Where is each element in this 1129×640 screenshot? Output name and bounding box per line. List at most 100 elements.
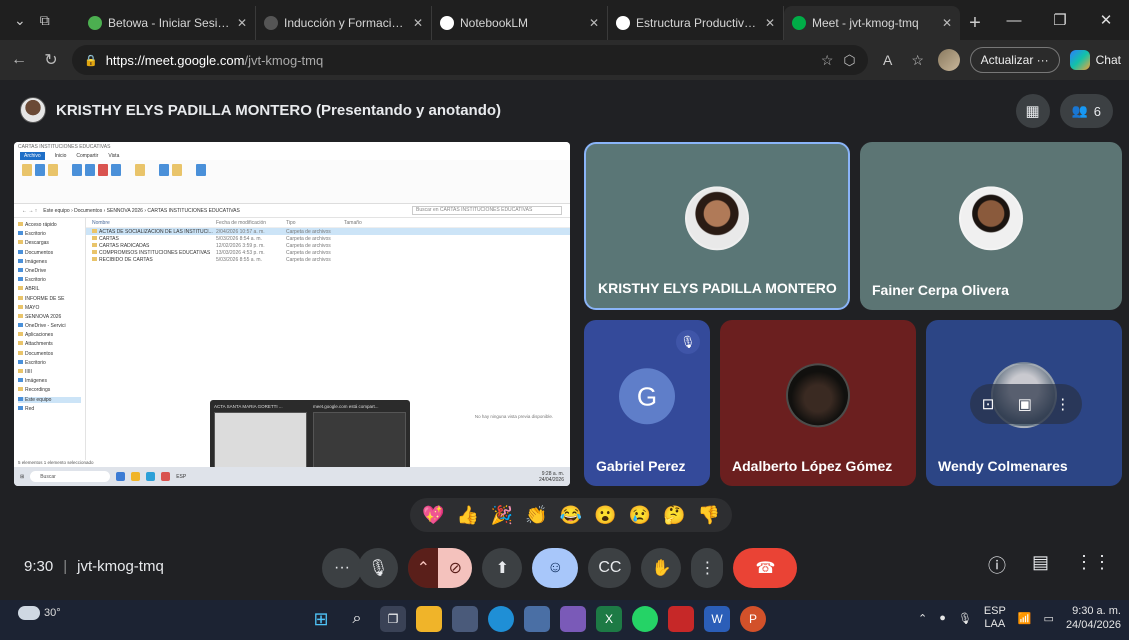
participant-tile-kristhy[interactable]: KRISTHY ELYS PADILLA MONTERO xyxy=(584,142,850,310)
nav-pane-item: OneDrive xyxy=(18,268,81,274)
chat-icon[interactable]: ▤ xyxy=(1032,552,1049,578)
leave-call-button[interactable]: ☎ xyxy=(733,548,798,588)
tab-favicon-icon xyxy=(792,16,806,30)
reaction-emoji[interactable]: 👏 xyxy=(525,505,547,526)
wifi-icon[interactable]: 📶 xyxy=(1018,612,1032,625)
tray-mic-icon[interactable]: 🎙 xyxy=(958,612,972,625)
profile-avatar[interactable] xyxy=(937,49,960,71)
shared-taskbar-lang: ESP xyxy=(176,473,187,480)
browser-tab[interactable]: Inducción y Formación Bio ✕ xyxy=(256,6,432,40)
more-options-button[interactable]: ⋮ xyxy=(691,548,724,588)
participant-tile-adalberto[interactable]: Adalberto López Gómez xyxy=(720,320,916,486)
audio-options-button[interactable]: ··· xyxy=(322,548,362,588)
captions-button[interactable]: CC xyxy=(588,548,632,588)
file-date: 5/03/2026 8:55 a. m. xyxy=(216,256,262,263)
ribbon-tab: Vista xyxy=(108,152,120,159)
reaction-emoji[interactable]: 🎉 xyxy=(491,505,513,526)
pin-participant-icon[interactable]: ⊡ xyxy=(982,395,995,413)
file-explorer-icon[interactable] xyxy=(416,606,442,632)
nav-pane-item: Documentos xyxy=(18,250,81,256)
tray-chevron-icon[interactable]: ⌃ xyxy=(918,612,927,625)
whatsapp-icon[interactable] xyxy=(632,606,658,632)
tab-title: Meet - jvt-kmog-tmq xyxy=(812,16,919,30)
file-type: Carpeta de archivos xyxy=(286,249,331,256)
tab-favicon-icon xyxy=(264,16,278,30)
nav-pane-item: Descargas xyxy=(18,240,81,246)
browser-tab[interactable]: Meet - jvt-kmog-tmq ✕ xyxy=(784,6,960,40)
excel-icon[interactable]: X xyxy=(596,606,622,632)
powerpoint-icon[interactable]: P xyxy=(740,606,766,632)
read-aloud-icon[interactable]: A xyxy=(878,52,898,68)
tab-close-icon[interactable]: ✕ xyxy=(765,16,775,30)
delete-icon xyxy=(98,164,108,176)
reaction-emoji[interactable]: 🤔 xyxy=(663,505,685,526)
url-field[interactable]: 🔒 https://meet.google.com/jvt-kmog-tmq ☆… xyxy=(72,45,868,75)
battery-icon[interactable]: ▭ xyxy=(1044,612,1054,625)
restore-icon[interactable]: ❐ xyxy=(1037,11,1083,29)
nav-pane-item: Escritorio xyxy=(18,231,81,237)
file-row: COMPROMISOS INSTITUCIONES EDUCATIVAS 13/0… xyxy=(86,249,570,256)
app-icon[interactable] xyxy=(524,606,550,632)
pin-icon xyxy=(22,164,32,176)
tab-close-icon[interactable]: ✕ xyxy=(413,16,423,30)
copilot-chat-button[interactable]: Chat xyxy=(1069,50,1121,70)
more-options-icon[interactable]: ⋮ xyxy=(1055,395,1070,413)
close-window-icon[interactable]: ✕ xyxy=(1083,11,1129,29)
frame-icon[interactable]: ▣ xyxy=(1018,395,1032,413)
people-button[interactable]: 👥 6 xyxy=(1059,94,1113,128)
tab-list-icon[interactable]: ⌄ xyxy=(14,12,26,29)
tab-close-icon[interactable]: ✕ xyxy=(942,16,952,30)
task-view-icon[interactable]: ❐ xyxy=(380,606,406,632)
participant-tile-gabriel[interactable]: 🎙 G Gabriel Perez xyxy=(584,320,710,486)
reaction-emoji[interactable]: 😂 xyxy=(560,505,582,526)
start-icon[interactable]: ⊞ xyxy=(308,606,334,632)
tab-title: Estructura Productiva y Tra xyxy=(636,16,759,30)
reaction-emoji[interactable]: 😢 xyxy=(629,505,651,526)
word-icon[interactable]: W xyxy=(704,606,730,632)
extension-icon[interactable]: ⬡ xyxy=(843,52,855,69)
tab-close-icon[interactable]: ✕ xyxy=(237,16,247,30)
search-icon[interactable]: ⌕ xyxy=(344,606,370,632)
taskbar-clock[interactable]: 9:30 a. m. 24/04/2026 xyxy=(1066,604,1121,632)
clock-time: 9:30 a. m. xyxy=(1072,605,1121,617)
reaction-emoji[interactable]: 💖 xyxy=(422,505,444,526)
participant-tile-wendy[interactable]: ⊡ ▣ ⋮ Wendy Colmenares xyxy=(926,320,1122,486)
reaction-emoji[interactable]: 😮 xyxy=(594,505,616,526)
tray-app-icon[interactable]: ● xyxy=(939,612,946,624)
camera-options-icon[interactable]: ⌃ xyxy=(408,548,439,588)
workspaces-icon[interactable]: ⧉ xyxy=(40,12,50,29)
new-tab-button[interactable]: + xyxy=(960,6,990,40)
camera-off-icon[interactable]: ⊘ xyxy=(438,548,473,588)
paste-icon xyxy=(48,164,58,176)
reactions-button[interactable]: ☺ xyxy=(532,548,579,588)
favorite-star-icon[interactable]: ☆ xyxy=(821,52,834,69)
tab-title: Betowa - Iniciar Sesión | SE xyxy=(108,16,231,30)
weather-widget[interactable]: 30° xyxy=(18,606,61,620)
store-icon[interactable] xyxy=(452,606,478,632)
minimize-icon[interactable]: — xyxy=(991,12,1037,29)
edge-icon[interactable] xyxy=(488,606,514,632)
update-button[interactable]: Actualizar ··· xyxy=(969,47,1060,73)
reload-icon[interactable]: ↻ xyxy=(40,50,62,70)
layout-icon[interactable]: ▦ xyxy=(1015,94,1050,128)
file-rows: ACTAS DE SOCIALIZACION DE LAS INSTITUCI.… xyxy=(86,228,570,263)
browser-tab[interactable]: Betowa - Iniciar Sesión | SE ✕ xyxy=(80,6,256,40)
microphone-button[interactable]: 🎙 xyxy=(358,548,399,588)
present-screen-button[interactable]: ⬆ xyxy=(482,548,523,588)
activities-icon[interactable]: ⋮⋮ xyxy=(1075,552,1111,578)
back-icon[interactable]: ← xyxy=(8,51,30,69)
nav-pane-item: Imágenes xyxy=(18,259,81,265)
language-indicator[interactable]: ESP LAA xyxy=(984,605,1006,631)
participant-name: Adalberto López Gómez xyxy=(732,458,893,474)
info-icon[interactable]: ⓘ xyxy=(988,552,1006,578)
participant-tile-fainer[interactable]: Fainer Cerpa Olivera xyxy=(860,142,1122,310)
reaction-emoji[interactable]: 👍 xyxy=(456,505,478,526)
tab-close-icon[interactable]: ✕ xyxy=(589,16,599,30)
reaction-emoji[interactable]: 👎 xyxy=(698,505,720,526)
favorites-icon[interactable]: ☆ xyxy=(908,52,928,69)
raise-hand-button[interactable]: ✋ xyxy=(641,548,682,588)
browser-tab[interactable]: NotebookLM ✕ xyxy=(432,6,608,40)
browser-tab[interactable]: Estructura Productiva y Tra ✕ xyxy=(608,6,784,40)
acrobat-icon[interactable] xyxy=(668,606,694,632)
snipping-icon[interactable] xyxy=(560,606,586,632)
